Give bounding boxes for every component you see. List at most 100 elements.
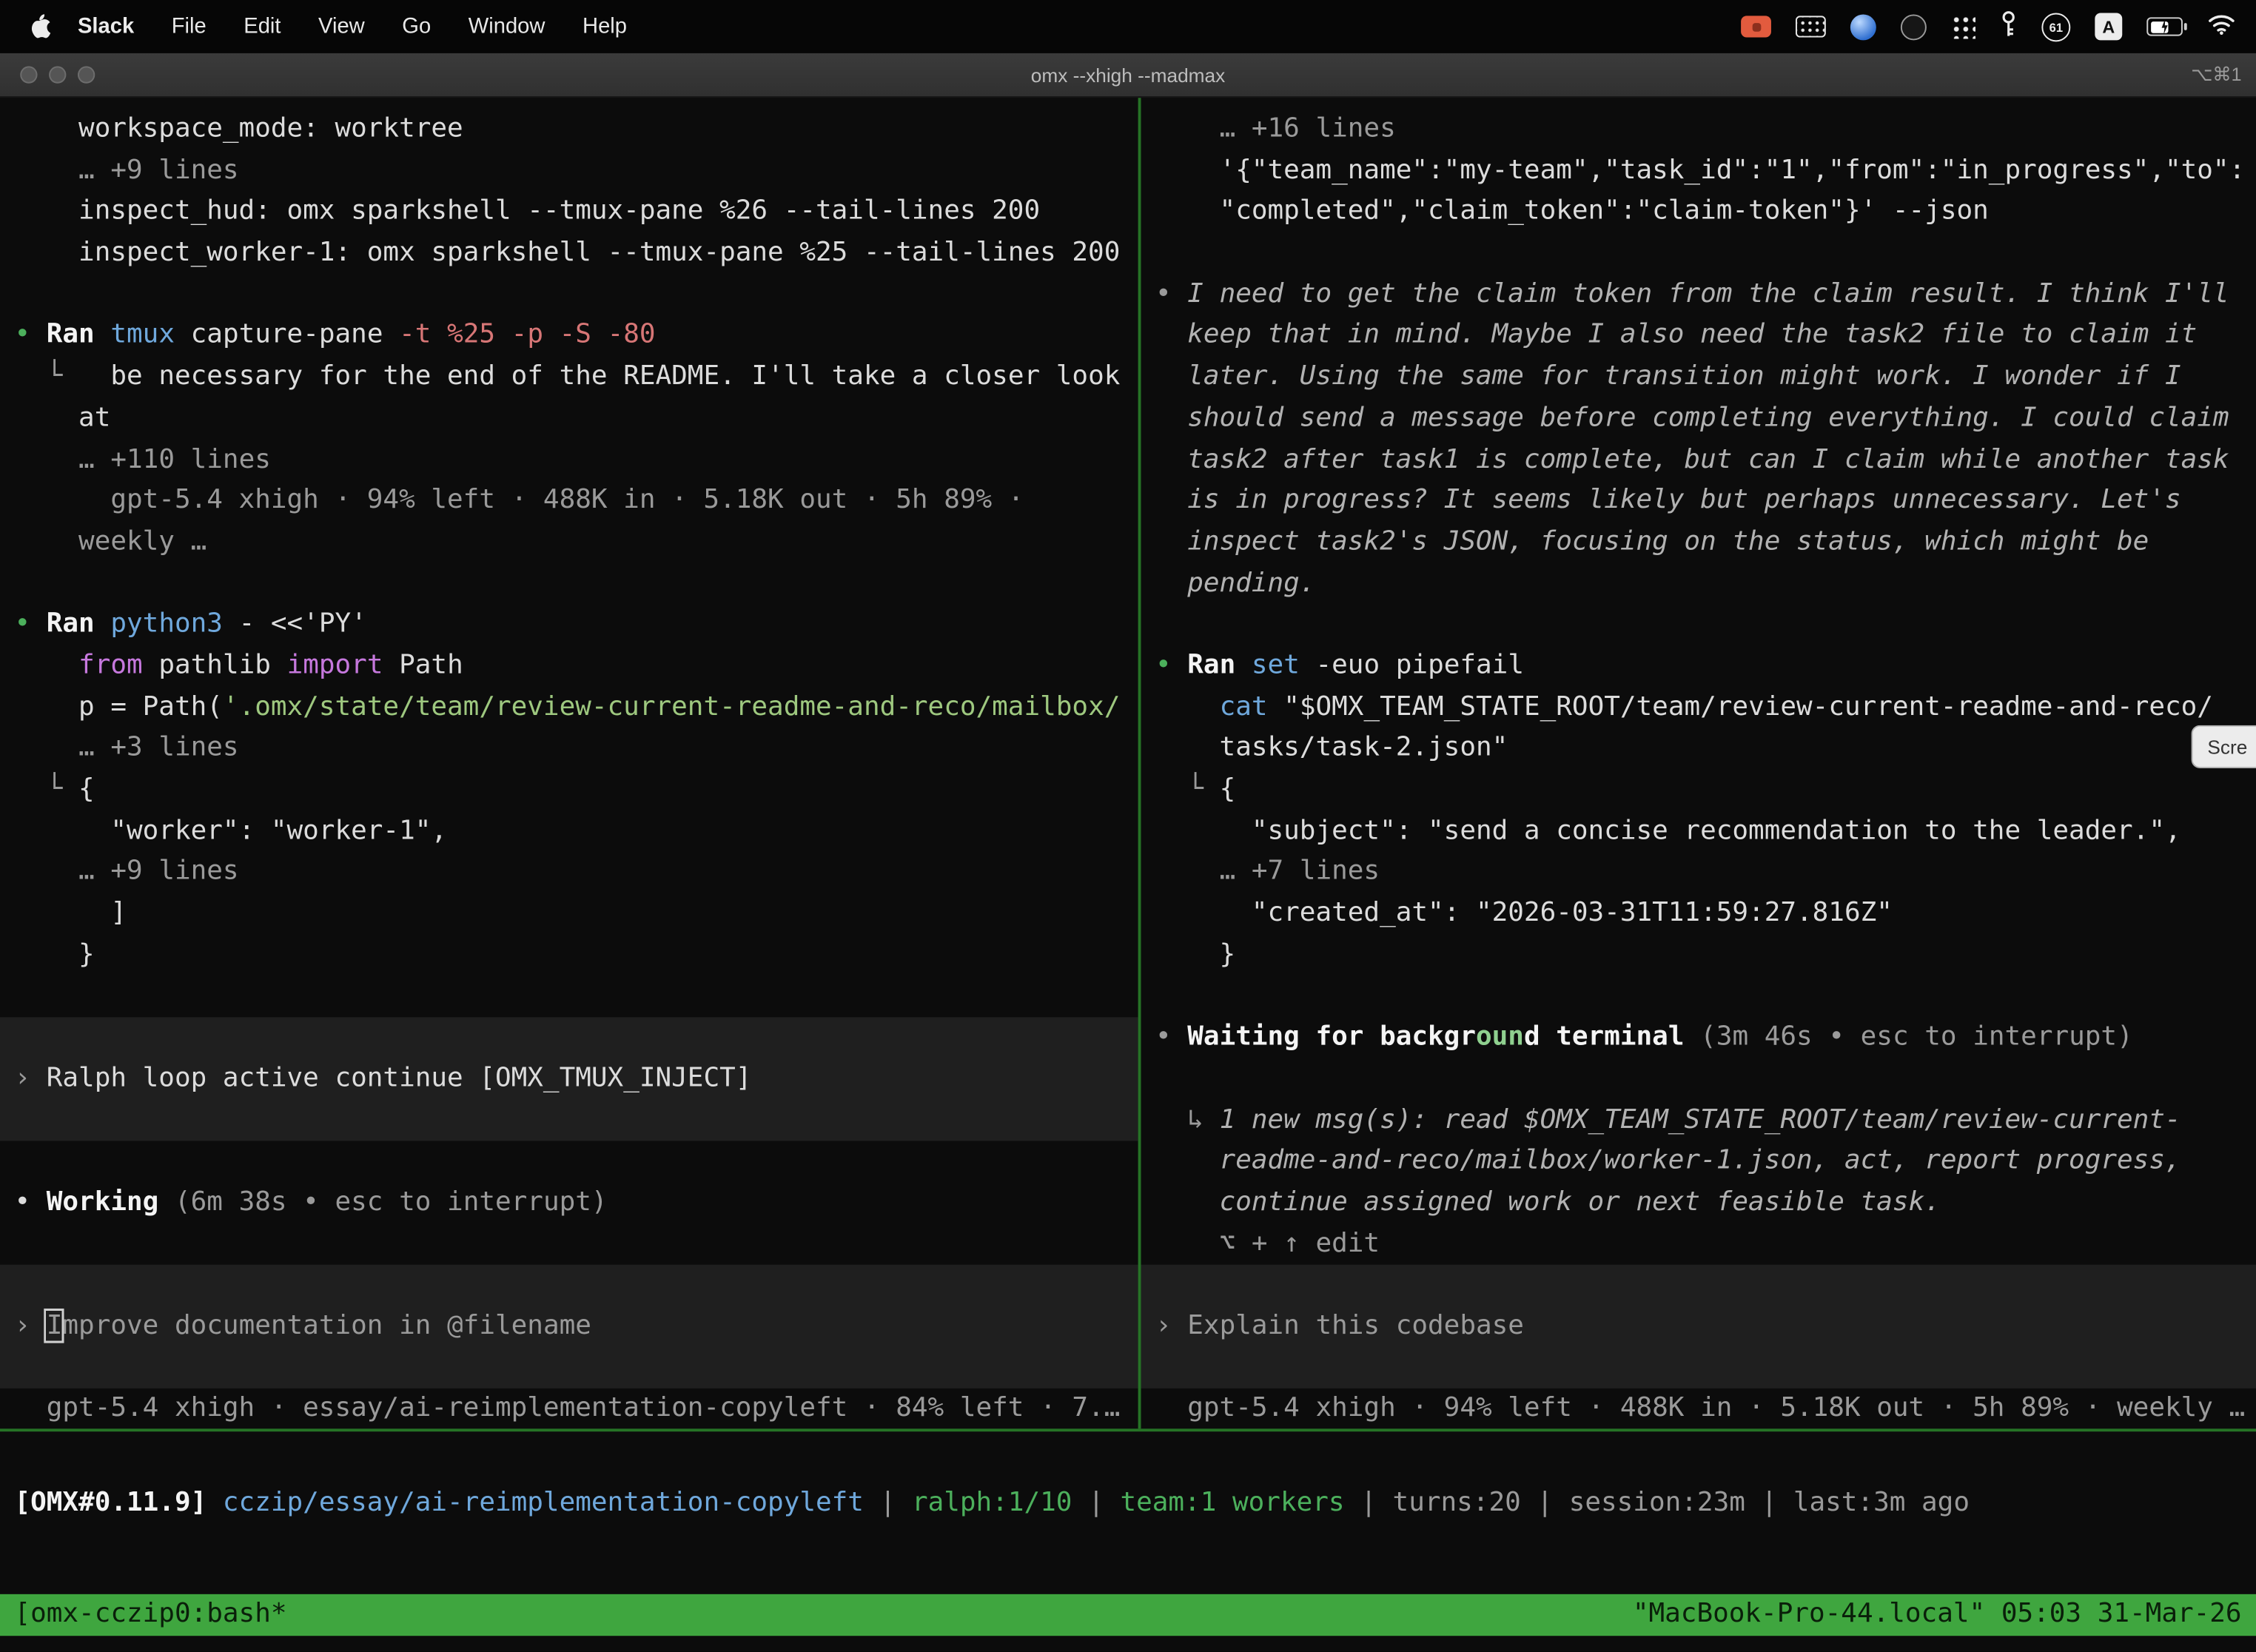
terminal-line: gpt-5.4 xhigh · 94% left · 488K in · 5.1… [0, 481, 1138, 523]
app-menu-slack[interactable]: Slack [78, 14, 134, 38]
terminal-line: … +9 lines [0, 853, 1138, 894]
terminal-line: └ { [1141, 770, 2256, 811]
menu-item-view[interactable]: View [318, 14, 365, 38]
terminal-line: › Explain this codebase [1141, 1306, 2256, 1348]
terminal-line: • I need to get the claim token from the… [1141, 275, 2256, 316]
right-pane[interactable]: … +16 lines '{"team_name":"my-team","tas… [1141, 98, 2256, 1428]
terminal-line: • Waiting for background terminal (3m 46… [1141, 1018, 2256, 1059]
prompt-band[interactable]: › Improve documentation in @filename [0, 1265, 1138, 1389]
desktop: Slack File Edit View Go Window Help 61 A [0, 0, 2256, 1652]
terminal-line: "created_at": "2026-03-31T11:59:27.816Z" [1141, 893, 2256, 935]
battery-percent-icon[interactable]: 61 [2041, 13, 2070, 41]
terminal-line [1141, 976, 2256, 1018]
terminal-line: • Ran tmux capture-pane -t %25 -p -S -80 [0, 316, 1138, 357]
terminal-line: inspect_hud: omx sparkshell --tmux-pane … [0, 192, 1138, 233]
terminal-line: continue assigned work or next feasible … [1141, 1183, 2256, 1224]
terminal-line [1141, 233, 2256, 275]
menu-item-file[interactable]: File [172, 14, 207, 38]
window-title: omx --xhigh --madmax [1031, 64, 1225, 86]
terminal-line: … +110 lines [0, 440, 1138, 481]
minimize-button[interactable] [49, 66, 66, 83]
terminal-line [0, 1141, 1138, 1183]
terminal: workspace_mode: worktree … +9 lines insp… [0, 98, 2256, 1651]
terminal-line: later. Using the same for transition mig… [1141, 357, 2256, 398]
battery-icon[interactable] [2146, 17, 2183, 36]
output-block: gpt-5.4 xhigh · 94% left · 488K in · 5.1… [1141, 1389, 2256, 1428]
wifi-icon[interactable] [2207, 13, 2236, 41]
terminal-line: readme-and-reco/mailbox/worker-1.json, a… [1141, 1141, 2256, 1183]
output-block: workspace_mode: worktree … +9 lines insp… [0, 110, 1138, 1018]
terminal-line: tasks/task-2.json" [1141, 728, 2256, 770]
terminal-line: } [0, 935, 1138, 976]
tmux-host-and-time: "MacBook-Pro-44.local" 05:03 31-Mar-26 [1633, 1594, 2242, 1636]
terminal-line: keep that in mind. Maybe I also need the… [1141, 316, 2256, 357]
terminal-line: … +9 lines [0, 151, 1138, 192]
window-shortcut-hint: ⌥⌘1 [2191, 64, 2241, 87]
dots-grid-icon[interactable] [1951, 14, 1975, 38]
left-pane[interactable]: workspace_mode: worktree … +9 lines insp… [0, 98, 1138, 1428]
battery-percent-value: 61 [2049, 19, 2063, 33]
terminal-line: } [1141, 935, 2256, 976]
terminal-line: ⌥ + ↑ edit [1141, 1223, 2256, 1265]
blue-app-icon[interactable] [1850, 13, 1876, 39]
terminal-line: at [0, 398, 1138, 440]
terminal-line: inspect_worker-1: omx sparkshell --tmux-… [0, 233, 1138, 275]
terminal-line [1141, 605, 2256, 646]
terminal-line [0, 1223, 1138, 1265]
output-block: • Working (6m 38s • esc to interrupt) [0, 1141, 1138, 1265]
window-controls [20, 66, 95, 83]
terminal-line: … +16 lines [1141, 110, 2256, 151]
terminal-line: '{"team_name":"my-team","task_id":"1","f… [1141, 151, 2256, 192]
terminal-line: gpt-5.4 xhigh · 94% left · 488K in · 5.1… [1141, 1389, 2256, 1428]
zoom-button[interactable] [78, 66, 95, 83]
terminal-line: inspect task2's JSON, focusing on the st… [1141, 522, 2256, 563]
menu-item-window[interactable]: Window [469, 14, 545, 38]
terminal-line: p = Path('.omx/state/team/review-current… [0, 687, 1138, 728]
window-title-bar: omx --xhigh --madmax ⌥⌘1 [0, 53, 2256, 98]
dark-circle-app-icon[interactable] [1901, 13, 1927, 39]
terminal-line: "worker": "worker-1", [0, 811, 1138, 853]
input-source-icon[interactable]: A [2095, 13, 2122, 40]
terminal-line [0, 563, 1138, 605]
tmux-status-bar: [omx-cczip0:bash* "MacBook-Pro-44.local"… [0, 1594, 2256, 1636]
terminal-line: … +3 lines [0, 728, 1138, 770]
omx-status-line: [OMX#0.11.9] cczip/essay/ai-reimplementa… [0, 1431, 2256, 1525]
menu-item-edit[interactable]: Edit [244, 14, 281, 38]
output-block: … +16 lines '{"team_name":"my-team","tas… [1141, 110, 2256, 1265]
menu-item-help[interactable]: Help [583, 14, 627, 38]
output-block: gpt-5.4 xhigh · essay/ai-reimplementatio… [0, 1389, 1138, 1428]
terminal-line: ↳ 1 new msg(s): read $OMX_TEAM_STATE_ROO… [1141, 1100, 2256, 1141]
terminal-line: task2 after task1 is complete, but can I… [1141, 440, 2256, 481]
terminal-line [1141, 1058, 2256, 1100]
menu-items: File Edit View Go Window Help [172, 14, 627, 38]
omx-status-pane: [OMX#0.11.9] cczip/essay/ai-reimplementa… [0, 1431, 2256, 1594]
terminal-line: cat "$OMX_TEAM_STATE_ROOT/team/review-cu… [1141, 687, 2256, 728]
terminal-line [0, 275, 1138, 316]
terminal-line: › Improve documentation in @filename [0, 1306, 1138, 1348]
terminal-line: should send a message before completing … [1141, 398, 2256, 440]
terminal-line: • Ran python3 - <<'PY' [0, 605, 1138, 646]
terminal-line: └ be necessary for the end of the README… [0, 357, 1138, 398]
terminal-line [0, 976, 1138, 1018]
terminal-line: • Ran set -euo pipefail [1141, 646, 2256, 688]
terminal-line: … +7 lines [1141, 853, 2256, 894]
tmux-session-info: [omx-cczip0:bash* [14, 1594, 286, 1636]
keyboard-grid-icon[interactable] [1796, 16, 1826, 37]
apple-menu-icon[interactable] [29, 13, 52, 40]
terminal-line: └ { [0, 770, 1138, 811]
terminal-line: weekly … [0, 522, 1138, 563]
menu-bar-status-icons: 61 A [1741, 10, 2256, 44]
key-icon[interactable] [2000, 10, 2017, 44]
menu-bar: Slack File Edit View Go Window Help 61 A [0, 0, 2256, 53]
menu-item-go[interactable]: Go [402, 14, 431, 38]
prompt-band[interactable]: › Explain this codebase [1141, 1265, 2256, 1389]
screenshot-toast[interactable]: Scre [2192, 725, 2256, 768]
terminal-line: "subject": "send a concise recommendatio… [1141, 811, 2256, 853]
terminal-line: • Working (6m 38s • esc to interrupt) [0, 1183, 1138, 1224]
terminal-line: from pathlib import Path [0, 646, 1138, 688]
terminal-line: pending. [1141, 563, 2256, 605]
close-button[interactable] [20, 66, 37, 83]
prompt-band[interactable]: › Ralph loop active continue [OMX_TMUX_I… [0, 1018, 1138, 1141]
terminal-line: workspace_mode: worktree [0, 110, 1138, 151]
screen-recording-indicator-icon[interactable] [1741, 16, 1771, 37]
